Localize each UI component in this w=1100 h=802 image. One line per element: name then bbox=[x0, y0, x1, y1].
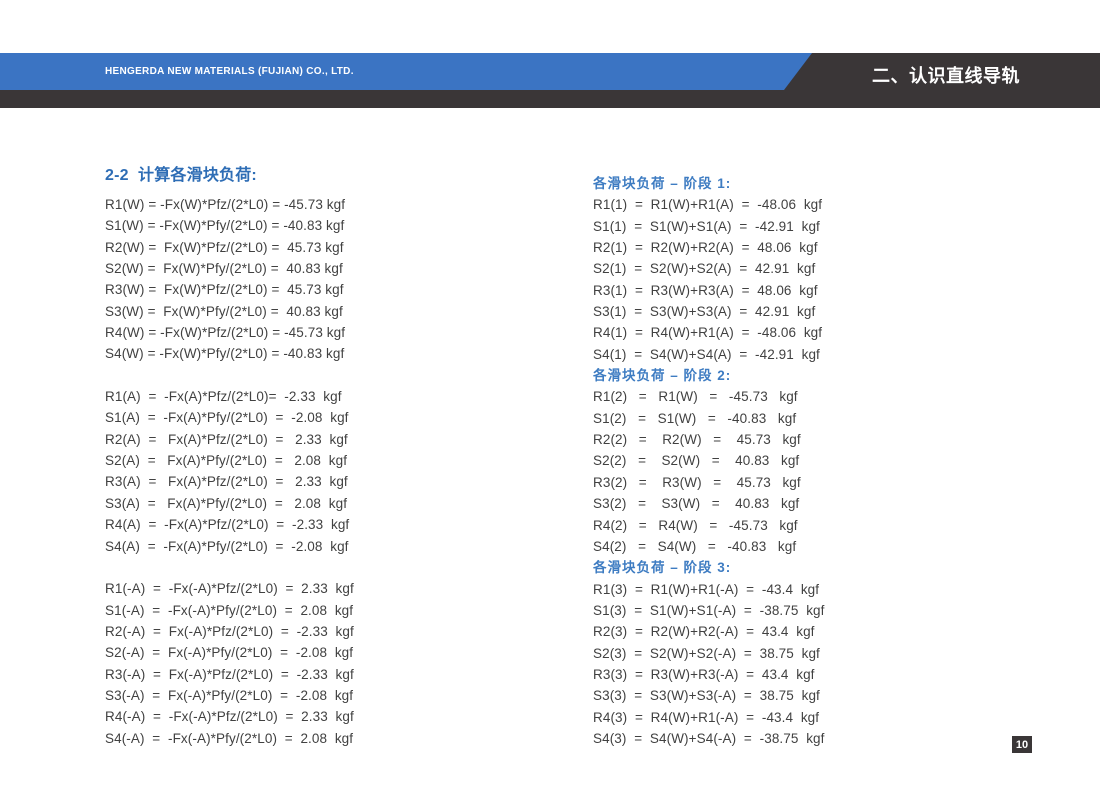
formula-line: S1(2) = S1(W) = -40.83 kgf bbox=[593, 408, 825, 429]
stage-3-lines: R1(3) = R1(W)+R1(-A) = -43.4 kgfS1(3) = … bbox=[593, 579, 825, 750]
formula-line: S4(2) = S4(W) = -40.83 kgf bbox=[593, 536, 825, 557]
formula-line: S3(W) = Fx(W)*Pfy/(2*L0) = 40.83 kgf bbox=[105, 301, 354, 322]
formula-line: R3(3) = R3(W)+R3(-A) = 43.4 kgf bbox=[593, 664, 825, 685]
formula-line: R2(3) = R2(W)+R2(-A) = 43.4 kgf bbox=[593, 621, 825, 642]
formula-line: S2(3) = S2(W)+S2(-A) = 38.75 kgf bbox=[593, 643, 825, 664]
formula-line: R3(-A) = Fx(-A)*Pfz/(2*L0) = -2.33 kgf bbox=[105, 664, 354, 685]
formula-line: R1(2) = R1(W) = -45.73 kgf bbox=[593, 386, 825, 407]
formula-line: S1(-A) = -Fx(-A)*Pfy/(2*L0) = 2.08 kgf bbox=[105, 600, 354, 621]
formula-line: R2(-A) = Fx(-A)*Pfz/(2*L0) = -2.33 kgf bbox=[105, 621, 354, 642]
formula-line: R4(3) = R4(W)+R1(-A) = -43.4 kgf bbox=[593, 707, 825, 728]
stage-2-section: 各滑块负荷 – 阶段 2: R1(2) = R1(W) = -45.73 kgf… bbox=[593, 365, 825, 557]
formula-line: S2(-A) = Fx(-A)*Pfy/(2*L0) = -2.08 kgf bbox=[105, 642, 354, 663]
formula-line: S2(2) = S2(W) = 40.83 kgf bbox=[593, 450, 825, 471]
formula-line: S2(A) = Fx(A)*Pfy/(2*L0) = 2.08 kgf bbox=[105, 450, 354, 471]
formula-line: R4(1) = R4(W)+R1(A) = -48.06 kgf bbox=[593, 322, 825, 343]
page-title: 2-2 计算各滑块负荷: bbox=[105, 161, 257, 185]
formula-line: S1(3) = S1(W)+S1(-A) = -38.75 kgf bbox=[593, 600, 825, 621]
formula-line: R3(1) = R3(W)+R3(A) = 48.06 kgf bbox=[593, 280, 825, 301]
stage-2-lines: R1(2) = R1(W) = -45.73 kgfS1(2) = S1(W) … bbox=[593, 386, 825, 557]
formula-line: S3(-A) = Fx(-A)*Pfy/(2*L0) = -2.08 kgf bbox=[105, 685, 354, 706]
formula-line: R1(3) = R1(W)+R1(-A) = -43.4 kgf bbox=[593, 579, 825, 600]
formula-line: R4(2) = R4(W) = -45.73 kgf bbox=[593, 515, 825, 536]
right-formula-column: 各滑块负荷 – 阶段 1: R1(1) = R1(W)+R1(A) = -48.… bbox=[593, 173, 825, 749]
formula-line: R1(A) = -Fx(A)*Pfz/(2*L0)= -2.33 kgf bbox=[105, 386, 354, 407]
formula-line: R4(-A) = -Fx(-A)*Pfz/(2*L0) = 2.33 kgf bbox=[105, 706, 354, 727]
formula-line: R1(W) = -Fx(W)*Pfz/(2*L0) = -45.73 kgf bbox=[105, 194, 354, 215]
page-number-badge: 10 bbox=[1012, 736, 1032, 753]
company-name: HENGERDA NEW MATERIALS (FUJIAN) CO., LTD… bbox=[105, 66, 354, 77]
formula-line: S1(1) = S1(W)+S1(A) = -42.91 kgf bbox=[593, 216, 825, 237]
header-section-title: 二、认识直线导轨 bbox=[872, 66, 1020, 86]
formula-line: S4(3) = S4(W)+S4(-A) = -38.75 kgf bbox=[593, 728, 825, 749]
formula-line: R2(1) = R2(W)+R2(A) = 48.06 kgf bbox=[593, 237, 825, 258]
stage-1-heading: 各滑块负荷 – 阶段 1: bbox=[593, 173, 825, 194]
stage-3-heading: 各滑块负荷 – 阶段 3: bbox=[593, 557, 825, 578]
formula-line: R2(2) = R2(W) = 45.73 kgf bbox=[593, 429, 825, 450]
formula-block-a: R1(A) = -Fx(A)*Pfz/(2*L0)= -2.33 kgfS1(A… bbox=[105, 386, 354, 557]
header-blue-banner: HENGERDA NEW MATERIALS (FUJIAN) CO., LTD… bbox=[0, 53, 812, 90]
formula-line: R3(A) = Fx(A)*Pfz/(2*L0) = 2.33 kgf bbox=[105, 471, 354, 492]
stage-1-section: 各滑块负荷 – 阶段 1: R1(1) = R1(W)+R1(A) = -48.… bbox=[593, 173, 825, 365]
formula-line: R2(W) = Fx(W)*Pfz/(2*L0) = 45.73 kgf bbox=[105, 237, 354, 258]
formula-line: S3(A) = Fx(A)*Pfy/(2*L0) = 2.08 kgf bbox=[105, 493, 354, 514]
formula-line: S1(W) = -Fx(W)*Pfy/(2*L0) = -40.83 kgf bbox=[105, 215, 354, 236]
stage-1-lines: R1(1) = R1(W)+R1(A) = -48.06 kgfS1(1) = … bbox=[593, 194, 825, 365]
formula-line: S4(-A) = -Fx(-A)*Pfy/(2*L0) = 2.08 kgf bbox=[105, 728, 354, 749]
slide: HENGERDA NEW MATERIALS (FUJIAN) CO., LTD… bbox=[0, 0, 1100, 802]
formula-line: S2(1) = S2(W)+S2(A) = 42.91 kgf bbox=[593, 258, 825, 279]
left-formula-column: R1(W) = -Fx(W)*Pfz/(2*L0) = -45.73 kgfS1… bbox=[105, 194, 354, 749]
formula-line: S2(W) = Fx(W)*Pfy/(2*L0) = 40.83 kgf bbox=[105, 258, 354, 279]
formula-block-neg-a: R1(-A) = -Fx(-A)*Pfz/(2*L0) = 2.33 kgfS1… bbox=[105, 578, 354, 749]
formula-line: S4(W) = -Fx(W)*Pfy/(2*L0) = -40.83 kgf bbox=[105, 343, 354, 364]
formula-line: R3(W) = Fx(W)*Pfz/(2*L0) = 45.73 kgf bbox=[105, 279, 354, 300]
formula-line: R1(1) = R1(W)+R1(A) = -48.06 kgf bbox=[593, 194, 825, 215]
formula-line: S1(A) = -Fx(A)*Pfy/(2*L0) = -2.08 kgf bbox=[105, 407, 354, 428]
formula-line: R4(W) = -Fx(W)*Pfz/(2*L0) = -45.73 kgf bbox=[105, 322, 354, 343]
formula-line: R2(A) = Fx(A)*Pfz/(2*L0) = 2.33 kgf bbox=[105, 429, 354, 450]
stage-3-section: 各滑块负荷 – 阶段 3: R1(3) = R1(W)+R1(-A) = -43… bbox=[593, 557, 825, 749]
formula-line: S3(2) = S3(W) = 40.83 kgf bbox=[593, 493, 825, 514]
formula-line: S3(1) = S3(W)+S3(A) = 42.91 kgf bbox=[593, 301, 825, 322]
formula-block-w: R1(W) = -Fx(W)*Pfz/(2*L0) = -45.73 kgfS1… bbox=[105, 194, 354, 365]
formula-line: S3(3) = S3(W)+S3(-A) = 38.75 kgf bbox=[593, 685, 825, 706]
formula-line: R4(A) = -Fx(A)*Pfz/(2*L0) = -2.33 kgf bbox=[105, 514, 354, 535]
formula-line: S4(1) = S4(W)+S4(A) = -42.91 kgf bbox=[593, 344, 825, 365]
stage-2-heading: 各滑块负荷 – 阶段 2: bbox=[593, 365, 825, 386]
formula-line: R3(2) = R3(W) = 45.73 kgf bbox=[593, 472, 825, 493]
formula-line: R1(-A) = -Fx(-A)*Pfz/(2*L0) = 2.33 kgf bbox=[105, 578, 354, 599]
formula-line: S4(A) = -Fx(A)*Pfy/(2*L0) = -2.08 kgf bbox=[105, 536, 354, 557]
